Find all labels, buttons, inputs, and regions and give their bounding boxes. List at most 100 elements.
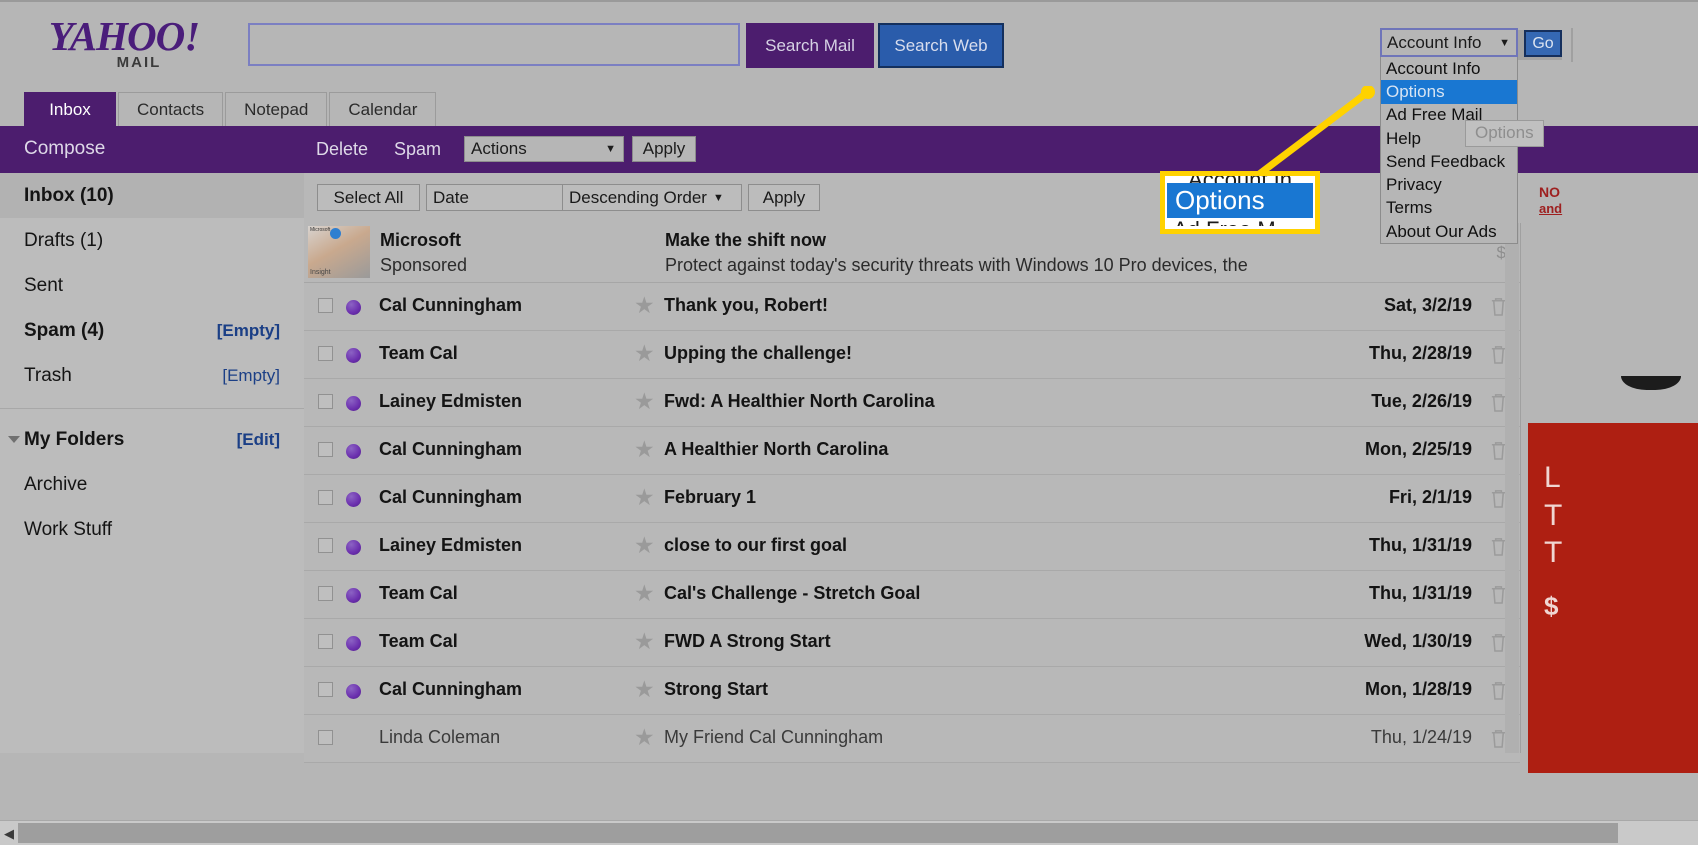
tab-notepad[interactable]: Notepad (225, 92, 328, 126)
apply-actions-button[interactable]: Apply (632, 136, 696, 162)
menu-item-about-our-ads[interactable]: About Our Ads (1381, 220, 1517, 243)
empty-spam-link[interactable]: [Empty] (217, 321, 280, 341)
sponsored-ad-row[interactable]: Microsoft Insight Microsoft Sponsored Ma… (304, 223, 1520, 283)
compose-button[interactable]: Compose (24, 138, 105, 160)
sidebar-item-my-folders[interactable]: My Folders [Edit] (0, 417, 304, 462)
row-checkbox[interactable] (318, 634, 333, 649)
horizontal-scrollbar[interactable]: ◀ (0, 820, 1698, 845)
star-icon[interactable]: ★ (634, 582, 655, 605)
edit-folders-link[interactable]: [Edit] (237, 430, 280, 450)
star-icon[interactable]: ★ (634, 678, 655, 701)
table-row[interactable]: Team Cal ★ Upping the challenge! Thu, 2/… (304, 331, 1520, 379)
table-row[interactable]: Lainey Edmisten ★ close to our first goa… (304, 523, 1520, 571)
sidebar-item-spam[interactable]: Spam (4) [Empty] (0, 308, 304, 353)
search-web-button[interactable]: Search Web (878, 23, 1004, 68)
sidebar-item-trash[interactable]: Trash [Empty] (0, 353, 304, 398)
row-checkbox[interactable] (318, 346, 333, 361)
chevron-down-icon: ▼ (605, 143, 616, 155)
row-checkbox[interactable] (318, 586, 333, 601)
sort-order-select[interactable]: Descending Order ▼ (562, 184, 742, 211)
row-checkbox[interactable] (318, 538, 333, 553)
row-date: Wed, 1/30/19 (1364, 631, 1472, 651)
row-subject: Upping the challenge! (664, 343, 853, 363)
unread-dot-icon (346, 492, 361, 507)
table-row[interactable]: Lainey Edmisten ★ Fwd: A Healthier North… (304, 379, 1520, 427)
star-icon[interactable]: ★ (634, 390, 655, 413)
menu-item-terms[interactable]: Terms (1381, 197, 1517, 220)
sidebar-item-drafts[interactable]: Drafts (1) (0, 218, 304, 263)
table-row[interactable]: Team Cal ★ Cal's Challenge - Stretch Goa… (304, 571, 1520, 619)
row-checkbox[interactable] (318, 442, 333, 457)
row-sender: Linda Coleman (379, 727, 501, 747)
menu-item-send-feedback[interactable]: Send Feedback (1381, 150, 1517, 173)
menu-label: Help (1386, 128, 1421, 148)
row-checkbox[interactable] (318, 682, 333, 697)
apply-sort-button[interactable]: Apply (748, 184, 820, 211)
star-icon[interactable]: ★ (634, 630, 655, 653)
folder-label: Spam (4) (24, 319, 105, 341)
go-button[interactable]: Go (1524, 30, 1562, 57)
tab-calendar[interactable]: Calendar (329, 92, 437, 126)
tab-label: Calendar (348, 99, 418, 119)
star-icon[interactable]: ★ (634, 438, 655, 461)
red-promo-ad[interactable]: L T T $ (1528, 423, 1698, 773)
sidebar-item-inbox[interactable]: Inbox (10) (0, 173, 304, 218)
menu-item-account-info[interactable]: Account Info (1381, 57, 1517, 80)
row-subject: Thank you, Robert! (664, 295, 829, 315)
star-icon[interactable]: ★ (634, 342, 655, 365)
empty-trash-link[interactable]: [Empty] (222, 366, 280, 386)
annotation-callout-options: Account In Options Ad Free M (1160, 171, 1320, 234)
unread-dot-icon (346, 684, 361, 699)
tab-label: Notepad (244, 99, 309, 119)
star-icon[interactable]: ★ (634, 294, 655, 317)
search-mail-button[interactable]: Search Mail (746, 23, 874, 68)
table-row[interactable]: Cal Cunningham ★ Strong Start Mon, 1/28/… (304, 667, 1520, 715)
folder-label: Archive (24, 473, 88, 495)
sidebar-item-sent[interactable]: Sent (0, 263, 304, 308)
row-sender: Cal Cunningham (379, 295, 522, 315)
sidebar-divider (0, 408, 304, 409)
search-input[interactable] (248, 23, 740, 66)
table-row[interactable]: Cal Cunningham ★ Thank you, Robert! Sat,… (304, 283, 1520, 331)
list-right-gutter (1505, 223, 1519, 753)
row-date: Thu, 2/28/19 (1368, 343, 1472, 363)
row-subject: FWD A Strong Start (664, 631, 831, 651)
row-checkbox[interactable] (318, 298, 333, 313)
row-checkbox[interactable] (318, 730, 333, 745)
menu-item-privacy[interactable]: Privacy (1381, 173, 1517, 196)
menu-label: About Our Ads (1386, 221, 1497, 241)
menu-label: Account Info (1386, 58, 1481, 78)
scroll-left-arrow-icon[interactable]: ◀ (4, 826, 14, 842)
row-checkbox[interactable] (318, 490, 333, 505)
tab-inbox[interactable]: Inbox (24, 92, 116, 126)
row-sender: Cal Cunningham (379, 679, 522, 699)
spam-button[interactable]: Spam (394, 139, 441, 160)
star-icon[interactable]: ★ (634, 534, 655, 557)
sidebar-item-work-stuff[interactable]: Work Stuff (0, 507, 304, 552)
table-row[interactable]: Team Cal ★ FWD A Strong Start Wed, 1/30/… (304, 619, 1520, 667)
tab-contacts[interactable]: Contacts (118, 92, 224, 126)
delete-button[interactable]: Delete (316, 139, 368, 160)
row-subject: Strong Start (664, 679, 769, 699)
unread-dot-icon (346, 444, 361, 459)
row-checkbox[interactable] (318, 394, 333, 409)
ad-headline: NO and (1539, 183, 1562, 218)
star-icon[interactable]: ★ (634, 726, 655, 749)
ad-description: Protect against today's security threats… (665, 255, 1248, 275)
actions-select[interactable]: Actions ▼ (464, 136, 624, 162)
actions-select-label: Actions (471, 139, 527, 158)
row-subject: close to our first goal (664, 535, 848, 555)
star-icon[interactable]: ★ (634, 486, 655, 509)
row-subject: February 1 (664, 487, 757, 507)
folder-label: Sent (24, 274, 64, 296)
sidebar-item-archive[interactable]: Archive (0, 462, 304, 507)
table-row[interactable]: Linda Coleman ★ My Friend Cal Cunningham… (304, 715, 1520, 763)
select-all-button[interactable]: Select All (317, 184, 420, 211)
scrollbar-thumb[interactable] (18, 823, 1618, 843)
account-info-select-head[interactable]: Account Info ▼ (1380, 28, 1518, 57)
table-row[interactable]: Cal Cunningham ★ February 1 Fri, 2/1/19 (304, 475, 1520, 523)
menu-item-options[interactable]: Options (1381, 80, 1517, 104)
table-row[interactable]: Cal Cunningham ★ A Healthier North Carol… (304, 427, 1520, 475)
sort-field-label: Date (433, 187, 469, 207)
yahoo-mail-logo[interactable]: YAHOO! MAIL (24, 16, 224, 72)
